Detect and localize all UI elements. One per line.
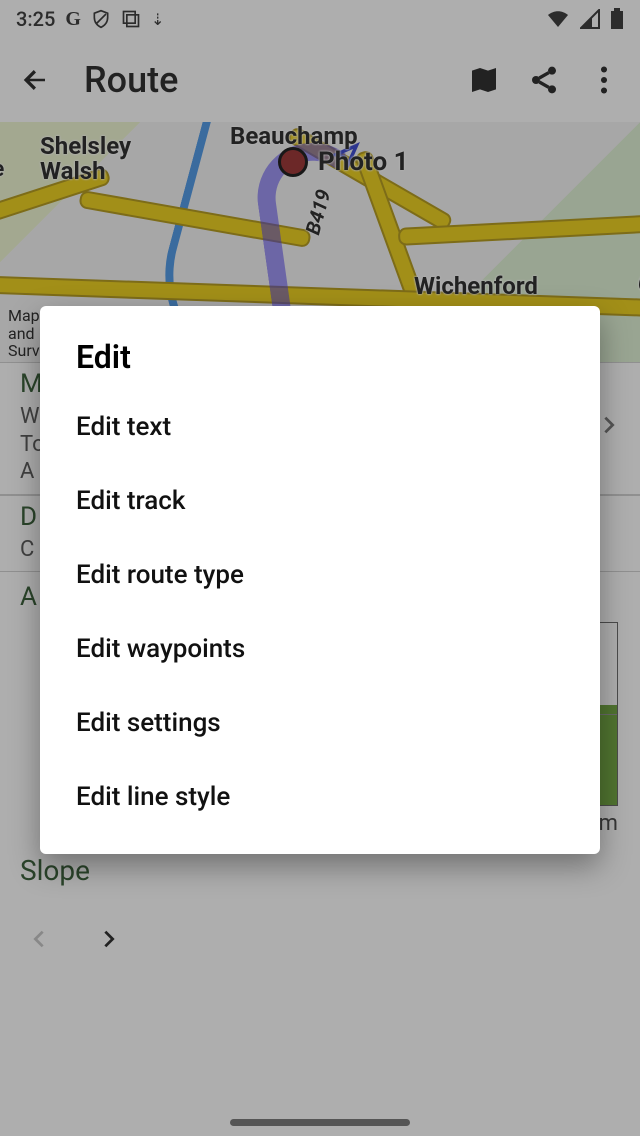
dialog-title: Edit <box>40 332 600 390</box>
nav-handle <box>230 1119 410 1126</box>
menu-item-edit-settings[interactable]: Edit settings <box>40 686 600 760</box>
menu-item-edit-text[interactable]: Edit text <box>40 390 600 464</box>
menu-item-edit-waypoints[interactable]: Edit waypoints <box>40 612 600 686</box>
menu-item-edit-route-type[interactable]: Edit route type <box>40 538 600 612</box>
menu-item-edit-track[interactable]: Edit track <box>40 464 600 538</box>
menu-item-edit-line-style[interactable]: Edit line style <box>40 760 600 834</box>
edit-dialog: Edit Edit text Edit track Edit route typ… <box>40 306 600 854</box>
